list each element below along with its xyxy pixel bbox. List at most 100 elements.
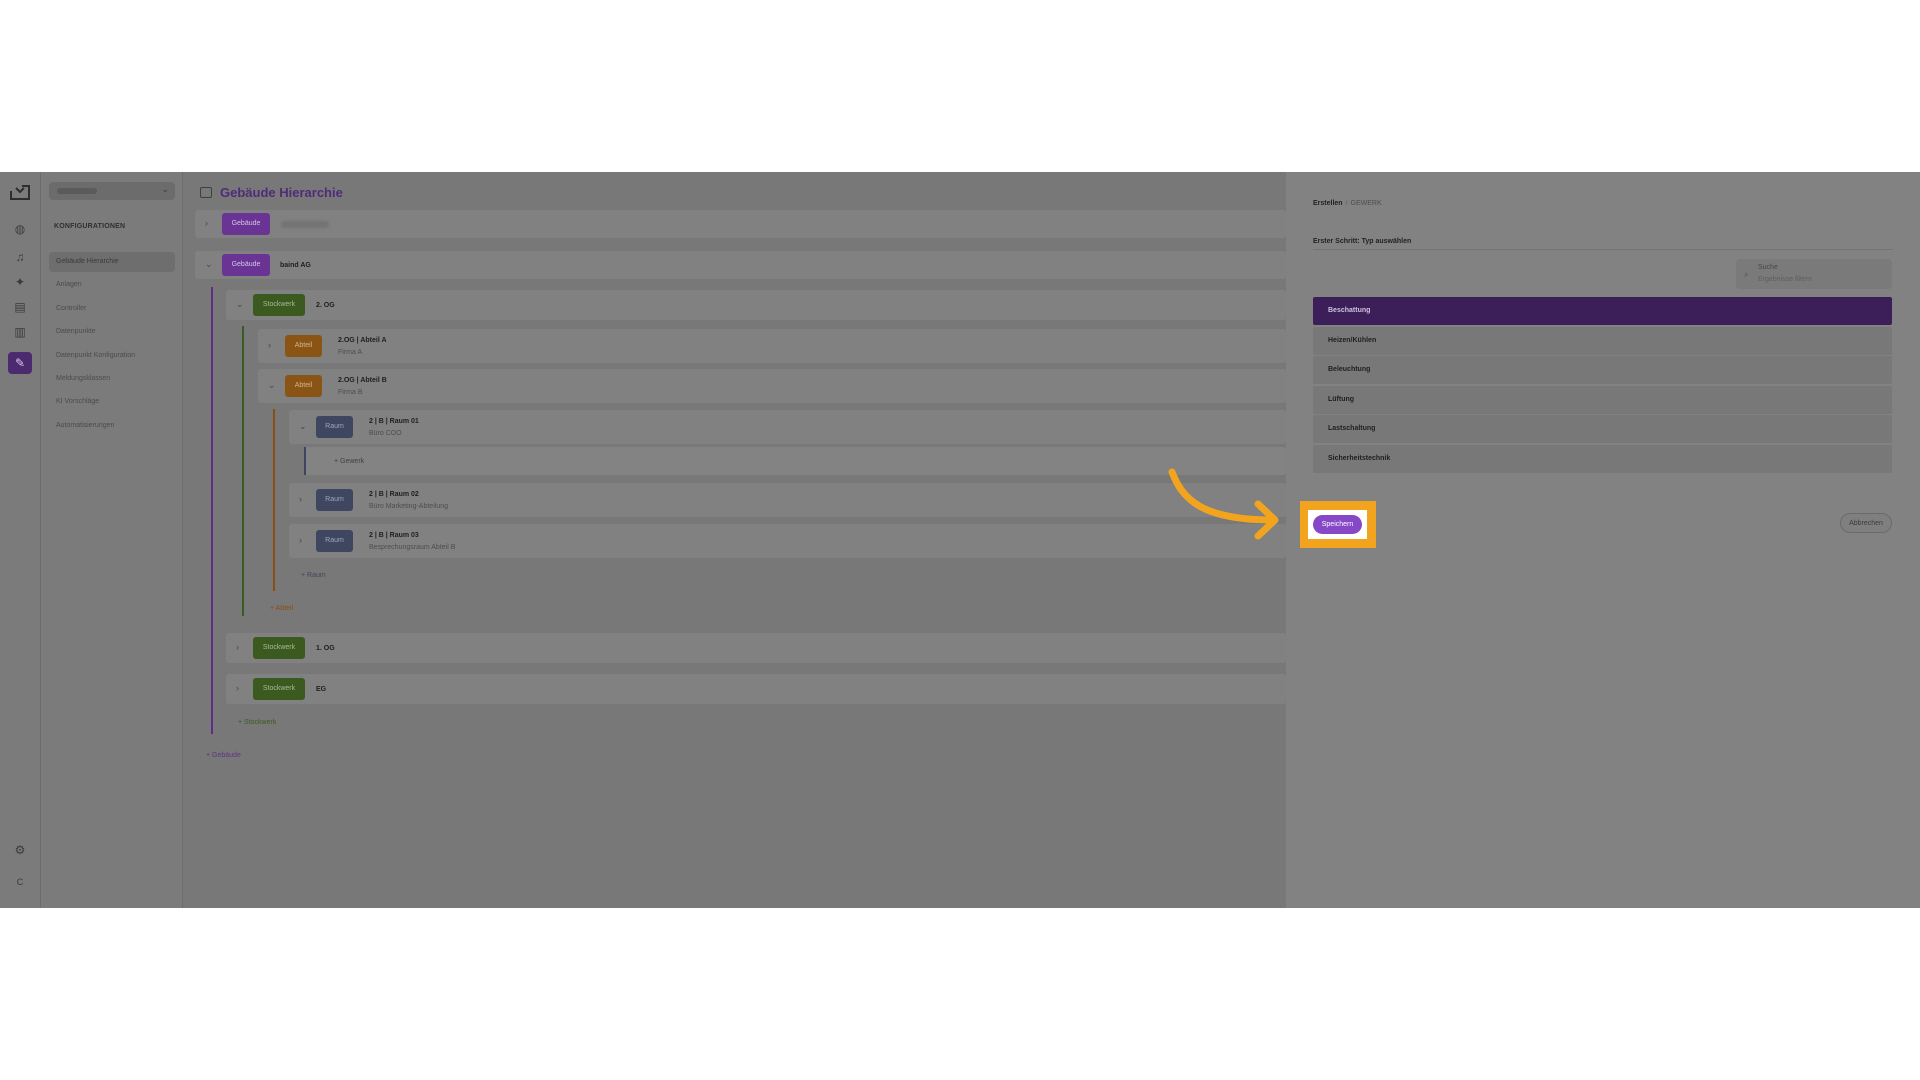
save-button-highlight: Speichern <box>1300 501 1376 548</box>
sidebar-item-automatisierungen[interactable]: Automatisierungen <box>49 416 175 436</box>
option-lastschaltung[interactable]: Lastschaltung <box>1313 415 1892 444</box>
section-tree-line <box>273 409 275 591</box>
section-title: 2.OG | Abteil A <box>338 337 387 344</box>
option-sicherheitstechnik[interactable]: Sicherheitstechnik <box>1313 444 1892 473</box>
badge-floor: Stockwerk <box>253 294 305 316</box>
search-placeholder: Ergebnisse filtern <box>1758 276 1813 283</box>
chevron-down-icon[interactable]: ⌄ <box>299 421 307 432</box>
breadcrumb-erstellen[interactable]: Erstellen <box>1313 200 1343 207</box>
badge-room: Raum <box>316 530 353 552</box>
add-gewerk-link[interactable]: + Gewerk <box>334 458 364 465</box>
cancel-button[interactable]: Abbrechen <box>1840 513 1892 533</box>
highlight-inner: Speichern <box>1308 510 1367 539</box>
option-beleuchtung[interactable]: Beleuchtung <box>1313 356 1892 385</box>
tutorial-arrow-icon <box>1168 468 1279 540</box>
tree-row-floor-1og[interactable]: › Stockwerk 1. OG <box>226 633 1286 663</box>
room-children-area: + Gewerk <box>304 447 1286 475</box>
wrench-icon[interactable]: ✎ <box>8 352 32 374</box>
logo-icon[interactable] <box>8 182 32 202</box>
add-abteil-link[interactable]: + Abteil <box>270 605 293 612</box>
chevron-right-icon[interactable]: › <box>236 642 239 652</box>
badge-building: Gebäude <box>222 254 270 276</box>
room-title: 2 | B | Raum 03 <box>369 532 419 539</box>
tree-row-floor-eg[interactable]: › Stockwerk EG <box>226 674 1286 704</box>
bell-icon[interactable]: ♫ <box>12 249 28 265</box>
room-subtitle: Besprechungsraum Abteil B <box>369 544 456 551</box>
sidebar-item-gebaeude-hierarchie[interactable]: Gebäude Hierarchie <box>49 252 175 272</box>
globe-icon[interactable]: ◍ <box>12 221 28 237</box>
section-title: 2.OG | Abteil B <box>338 377 387 384</box>
building-name: baind AG <box>280 262 311 269</box>
sidebar-item-datenpunkt-konfiguration[interactable]: Datenpunkt Konfiguration <box>49 346 175 366</box>
create-gewerk-panel: Erstellen / GEWERK Erster Schritt: Typ aus… <box>1286 172 1920 908</box>
sparkle-icon[interactable]: ✦ <box>12 274 28 290</box>
add-gebaeude-link[interactable]: + Gebäude <box>206 752 241 759</box>
floor-tree-line <box>242 326 244 616</box>
floor-name: 2. OG <box>316 302 335 309</box>
project-select[interactable]: ⌄ <box>49 182 175 200</box>
sidebar-item-meldungsklassen[interactable]: Meldungsklassen <box>49 369 175 389</box>
tree-row-room-01[interactable]: ⌄ Raum 2 | B | Raum 01 Büro COO <box>289 410 1286 444</box>
sidebar-item-ki-vorschlaege[interactable]: KI Vorschläge <box>49 392 175 412</box>
tree-row-building-1[interactable]: › Gebäude <box>195 210 1286 238</box>
breadcrumb-gewerk: GEWERK <box>1350 200 1382 207</box>
breadcrumb: Erstellen / GEWERK <box>1313 200 1382 207</box>
tree-row-room-02[interactable]: › Raum 2 | B | Raum 02 Büro Marketing-Ab… <box>289 483 1286 517</box>
sidebar-header: KONFIGURATIONEN <box>54 223 126 230</box>
section-subtitle: Firma A <box>338 349 363 356</box>
sidebar-item-anlagen[interactable]: Anlagen <box>49 275 175 295</box>
option-heizen-kuehlen[interactable]: Heizen/Kühlen <box>1313 326 1892 355</box>
tree-row-section-b[interactable]: ⌄ Abteil 2.OG | Abteil B Firma B <box>258 369 1286 403</box>
tree-row-building-2[interactable]: ⌄ Gebäude baind AG <box>195 251 1286 279</box>
chevron-right-icon[interactable]: › <box>236 683 239 693</box>
badge-floor: Stockwerk <box>253 637 305 659</box>
project-name-blurred <box>57 188 97 194</box>
badge-section: Abteil <box>285 335 322 357</box>
tree-row-section-a[interactable]: › Abteil 2.OG | Abteil A Firma A <box>258 329 1286 363</box>
divider <box>1313 249 1893 250</box>
chart-icon[interactable]: ▤ <box>12 299 28 315</box>
room-title: 2 | B | Raum 01 <box>369 418 419 425</box>
hierarchy-main: Gebäude Hierarchie › Gebäude ⌄ Gebäude b… <box>183 172 1286 908</box>
buildings-icon[interactable]: ▥ <box>12 324 28 340</box>
badge-floor: Stockwerk <box>253 678 305 700</box>
room-title: 2 | B | Raum 02 <box>369 491 419 498</box>
sidebar-item-controller[interactable]: Controller <box>49 299 175 319</box>
save-button[interactable]: Speichern <box>1313 515 1362 534</box>
add-raum-link[interactable]: + Raum <box>301 572 326 579</box>
search-label: Suche <box>1758 264 1778 271</box>
room-subtitle: Büro COO <box>369 430 402 437</box>
add-stockwerk-link[interactable]: + Stockwerk <box>238 719 276 726</box>
option-beschattung[interactable]: Beschattung <box>1313 297 1892 325</box>
breadcrumb-separator: / <box>1345 200 1348 207</box>
chevron-right-icon[interactable]: › <box>205 218 208 228</box>
building-name-blurred <box>281 221 329 228</box>
chevron-down-icon[interactable]: ⌄ <box>205 259 213 270</box>
search-icon: ⌕ <box>1744 270 1749 279</box>
chevron-right-icon[interactable]: › <box>299 494 302 504</box>
type-options-list: Beschattung Heizen/Kühlen Beleuchtung Lü… <box>1313 297 1892 475</box>
room-subtitle: Büro Marketing-Abteilung <box>369 503 448 510</box>
chevron-down-icon[interactable]: ⌄ <box>268 380 276 391</box>
badge-room: Raum <box>316 489 353 511</box>
icon-rail: ◍ ♫ ✦ ▤ ▥ ✎ ⚙ C <box>0 172 41 908</box>
chevron-down-icon[interactable]: ⌄ <box>236 299 244 310</box>
settings-icon[interactable]: ⚙ <box>12 842 28 858</box>
user-avatar[interactable]: C <box>12 877 28 887</box>
app-window: ◍ ♫ ✦ ▤ ▥ ✎ ⚙ C ⌄ KONFIGURATIONEN Gebäud… <box>0 172 1920 908</box>
badge-room: Raum <box>316 416 353 438</box>
chevron-right-icon[interactable]: › <box>268 340 271 350</box>
search-input[interactable]: ⌕ Suche Ergebnisse filtern <box>1736 259 1892 289</box>
sidebar-toggle-icon[interactable] <box>200 187 212 198</box>
option-lueftung[interactable]: Lüftung <box>1313 385 1892 414</box>
tree-row-room-03[interactable]: › Raum 2 | B | Raum 03 Besprechungsraum … <box>289 524 1286 558</box>
config-sidebar: ⌄ KONFIGURATIONEN Gebäude Hierarchie Anl… <box>41 172 183 908</box>
badge-building: Gebäude <box>222 213 270 235</box>
chevron-right-icon[interactable]: › <box>299 535 302 545</box>
floor-name: EG <box>316 686 327 693</box>
badge-section: Abteil <box>285 375 322 397</box>
sidebar-item-datenpunkte[interactable]: Datenpunkte <box>49 322 175 342</box>
room-tree-line <box>304 447 306 475</box>
tree-row-floor-2og[interactable]: ⌄ Stockwerk 2. OG <box>226 290 1286 320</box>
chevron-down-icon: ⌄ <box>161 184 169 194</box>
